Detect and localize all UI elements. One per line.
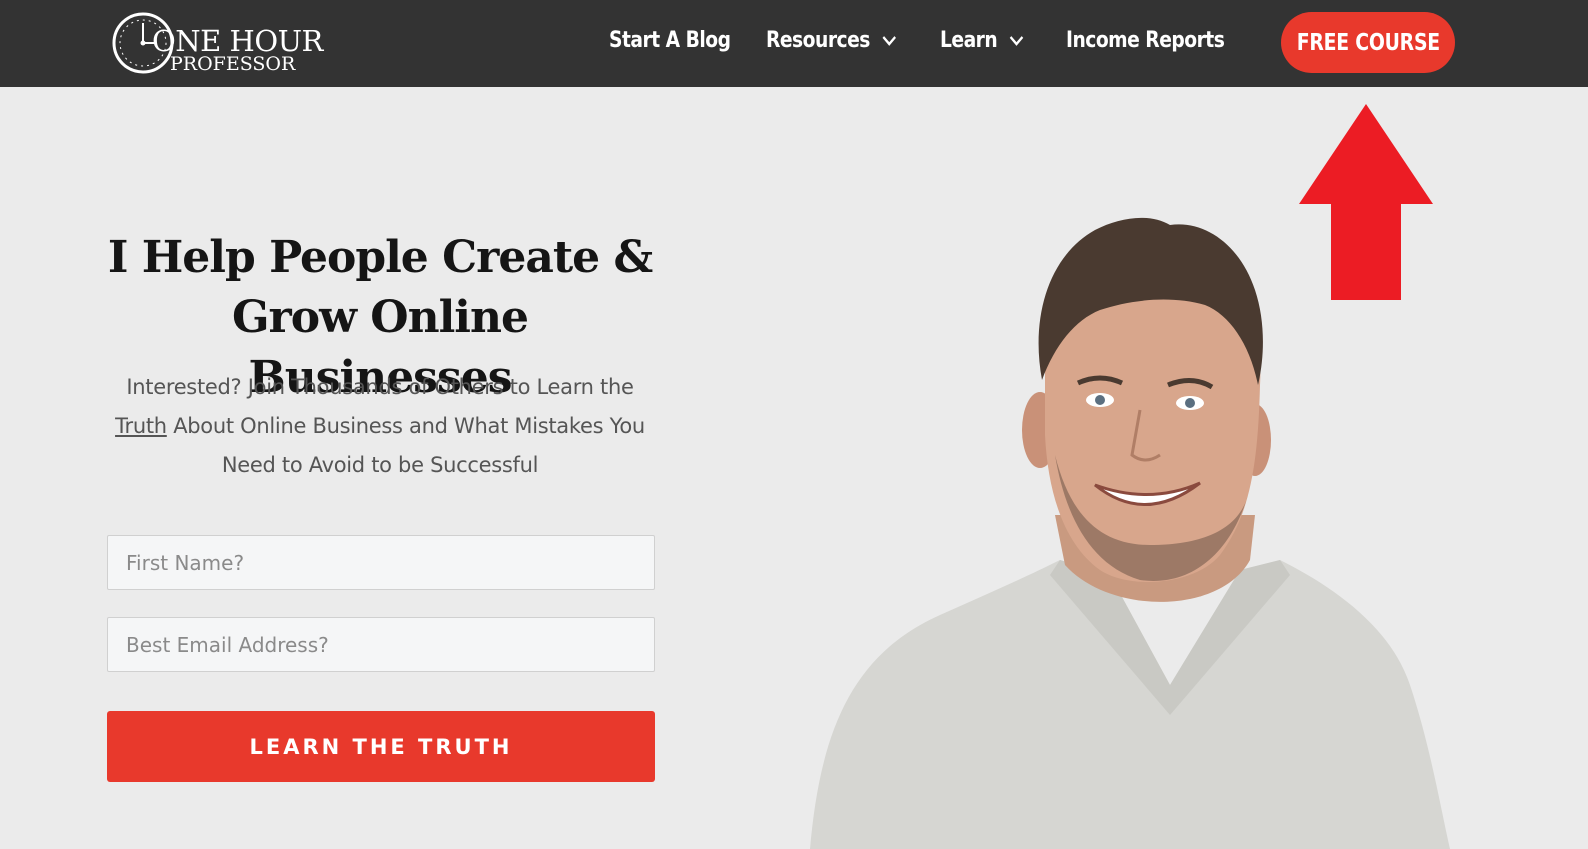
first-name-input[interactable] bbox=[107, 535, 655, 590]
nav-start-a-blog[interactable]: Start A Blog bbox=[609, 28, 731, 53]
email-input[interactable] bbox=[107, 617, 655, 672]
site-logo[interactable]: ONE HOUR PROFESSOR bbox=[110, 10, 323, 76]
hero-subtext-rest: About Online Business and What Mistakes … bbox=[173, 414, 645, 477]
chevron-down-icon bbox=[1010, 35, 1024, 46]
nav-income-reports-label: Income Reports bbox=[1066, 28, 1225, 53]
nav-learn-label: Learn bbox=[940, 28, 998, 53]
nav-learn[interactable]: Learn bbox=[940, 28, 1024, 53]
hero-subtext: Interested? Join Thousands of Others to … bbox=[100, 368, 660, 485]
nav-income-reports[interactable]: Income Reports bbox=[1066, 28, 1225, 53]
instructor-photo bbox=[810, 217, 1450, 849]
nav-resources-label: Resources bbox=[766, 28, 870, 53]
site-header: ONE HOUR PROFESSOR Start A Blog Resource… bbox=[0, 0, 1588, 87]
learn-the-truth-button[interactable]: LEARN THE TRUTH bbox=[107, 711, 655, 782]
hero-headline-line1: I Help People Create & bbox=[107, 232, 653, 283]
chevron-down-icon bbox=[882, 35, 897, 46]
hero-subtext-intro: Interested? Join Thousands of Others to … bbox=[126, 375, 634, 399]
logo-text-line1: ONE HOUR bbox=[152, 24, 323, 58]
nav-start-a-blog-label: Start A Blog bbox=[609, 28, 731, 53]
free-course-label: FREE COURSE bbox=[1296, 29, 1440, 56]
free-course-button[interactable]: FREE COURSE bbox=[1281, 12, 1455, 73]
nav-resources[interactable]: Resources bbox=[766, 28, 897, 53]
truth-link[interactable]: Truth bbox=[115, 414, 167, 438]
logo-text-line2: PROFESSOR bbox=[170, 53, 296, 75]
